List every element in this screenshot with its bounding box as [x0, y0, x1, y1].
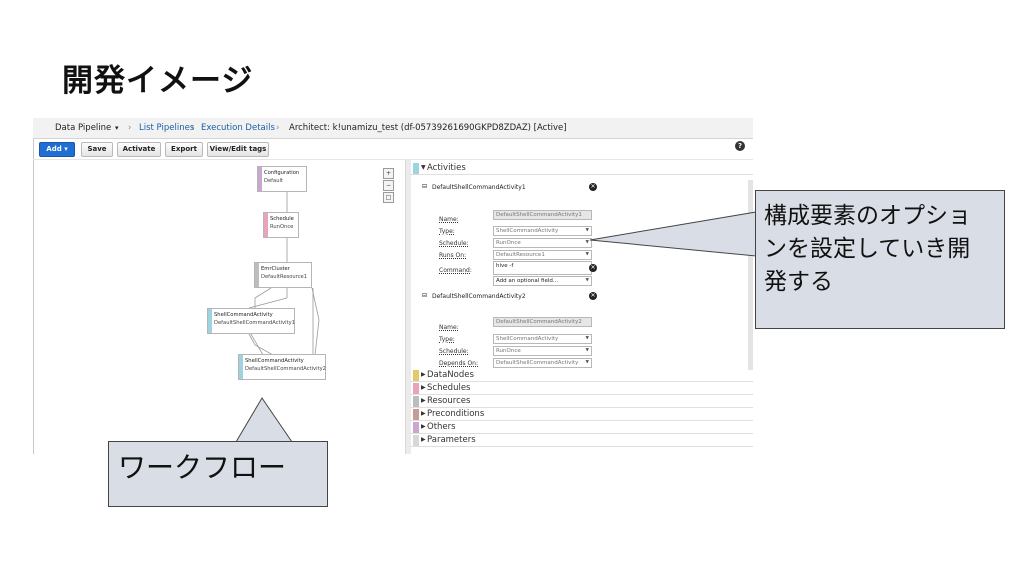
workflow-callout-pointer	[235, 397, 293, 443]
settings-callout-text: 構成要素のオプションを設定していき開発する	[764, 203, 971, 295]
settings-callout-pointer	[589, 211, 757, 257]
workflow-callout-text: ワークフロー	[118, 451, 287, 484]
